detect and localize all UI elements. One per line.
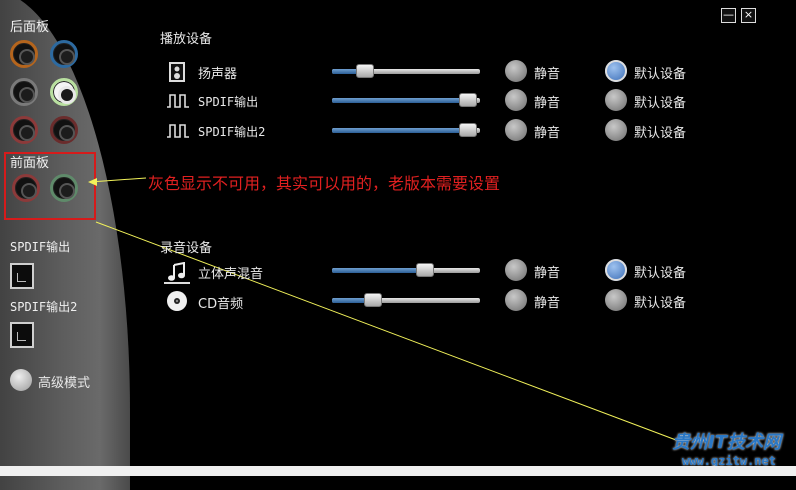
watermark-title: 贵州IT技术网 bbox=[672, 432, 781, 453]
bottom-strip bbox=[0, 466, 796, 476]
site-watermark: 贵州IT技术网 www.gzitw.net bbox=[672, 428, 781, 468]
recording-volume-slider[interactable] bbox=[332, 293, 480, 307]
default-device-label: 默认设备 bbox=[634, 296, 687, 311]
music-note-icon bbox=[166, 261, 188, 282]
mute-radio[interactable] bbox=[505, 289, 527, 311]
default-device-radio[interactable] bbox=[605, 259, 627, 281]
recording-volume-slider[interactable] bbox=[332, 263, 480, 277]
mute-label: 静音 bbox=[534, 296, 561, 311]
cd-icon bbox=[166, 290, 188, 312]
annotation-leader-lines bbox=[88, 177, 677, 441]
default-device-label: 默认设备 bbox=[634, 266, 687, 281]
recording-section-title: 录音设备 bbox=[160, 241, 213, 256]
recording-device-name: 立体声混音 bbox=[198, 267, 264, 282]
mute-label: 静音 bbox=[534, 266, 561, 281]
recording-device-name: CD音频 bbox=[198, 297, 244, 312]
mute-radio[interactable] bbox=[505, 259, 527, 281]
recording-underline bbox=[164, 282, 190, 284]
default-device-radio[interactable] bbox=[605, 289, 627, 311]
